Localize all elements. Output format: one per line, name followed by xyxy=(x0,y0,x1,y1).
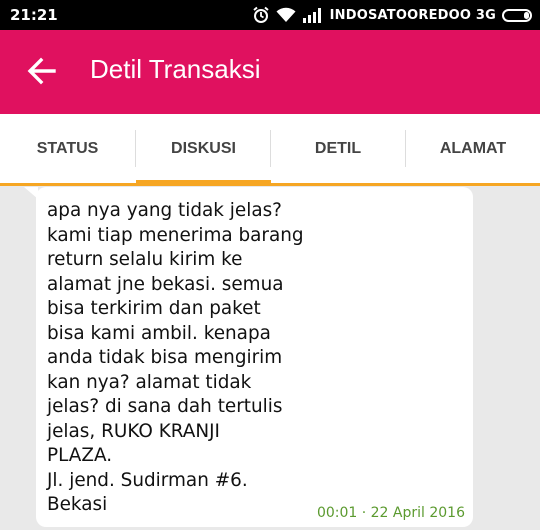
status-icons: INDOSATOOREDOO 3G xyxy=(252,6,532,24)
tab-diskusi-label: DISKUSI xyxy=(171,139,236,157)
tab-alamat[interactable]: ALAMAT xyxy=(406,114,540,183)
alarm-icon xyxy=(252,6,269,23)
selected-tab-indicator xyxy=(136,180,271,186)
app-bar: Detil Transaksi xyxy=(0,30,540,114)
status-bar: 21:21 INDOSATOOREDOO 3G xyxy=(0,0,540,30)
tab-status-label: STATUS xyxy=(36,139,99,157)
battery-icon xyxy=(502,8,532,22)
carrier-name: INDOSATOOREDOO 3G xyxy=(329,7,496,23)
tab-detil-label: DETIL xyxy=(314,139,362,157)
message-text: apa nya yang tidak jelas? kami tiap mene… xyxy=(47,200,304,515)
tab-status[interactable]: STATUS xyxy=(0,114,135,183)
back-arrow-icon[interactable] xyxy=(26,55,58,87)
page-title: Detil Transaksi xyxy=(90,54,261,84)
tab-bar: STATUS DISKUSI DETIL ALAMAT xyxy=(0,114,540,186)
status-time: 21:21 xyxy=(10,6,58,24)
signal-icon xyxy=(302,8,321,23)
tab-diskusi[interactable]: DISKUSI xyxy=(136,114,271,183)
wifi-icon xyxy=(276,7,296,22)
tab-detil[interactable]: DETIL xyxy=(271,114,405,183)
message-timestamp: 00:01 · 22 April 2016 xyxy=(316,505,465,521)
message-bubble[interactable]: apa nya yang tidak jelas? kami tiap mene… xyxy=(36,187,473,527)
tab-alamat-label: ALAMAT xyxy=(439,139,507,157)
